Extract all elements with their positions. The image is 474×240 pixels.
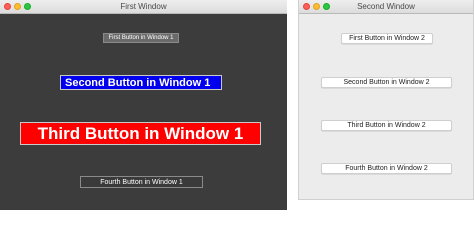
second-button-window-2[interactable]: Second Button in Window 2 [321,77,452,88]
fourth-button-window-2[interactable]: Fourth Button in Window 2 [321,163,452,174]
third-button-window-2[interactable]: Third Button in Window 2 [321,120,452,131]
third-button-window-1[interactable]: Third Button in Window 1 [20,122,261,145]
first-window: First Window First Button in Window 1 Se… [0,0,287,210]
first-window-title: First Window [120,2,167,11]
second-window: Second Window First Button in Window 2 S… [298,0,474,200]
fourth-button-window-1[interactable]: Fourth Button in Window 1 [80,176,203,188]
first-button-window-2[interactable]: First Button in Window 2 [341,33,433,44]
first-button-window-1[interactable]: First Button in Window 1 [103,33,179,43]
first-window-titlebar[interactable]: First Window [0,0,287,14]
second-window-titlebar[interactable]: Second Window [299,0,473,14]
second-button-window-1[interactable]: Second Button in Window 1 [60,75,222,90]
second-window-title: Second Window [357,2,415,11]
